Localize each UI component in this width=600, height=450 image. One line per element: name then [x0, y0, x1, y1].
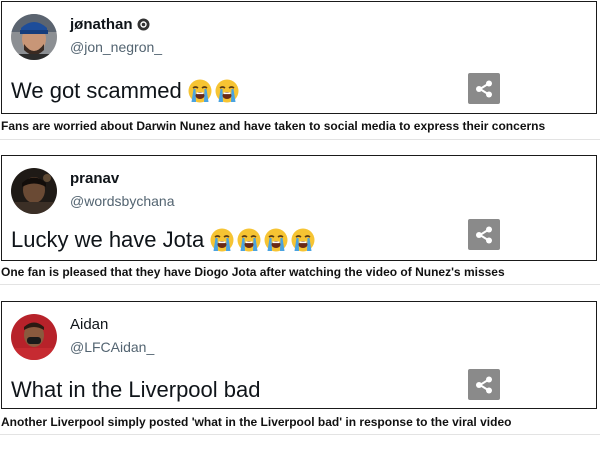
emoji-group	[187, 78, 240, 104]
loudly-crying-face-icon	[264, 228, 288, 252]
author-name-row: Aidan	[70, 316, 108, 333]
divider	[0, 284, 600, 285]
share-button[interactable]	[468, 369, 500, 400]
tweet-card: jønathan @jon_negron_ We got scammed	[1, 1, 597, 114]
divider	[0, 139, 600, 140]
tweet-text-row: What in the Liverpool bad	[11, 377, 261, 403]
author-name[interactable]: pranav	[70, 170, 119, 187]
divider	[0, 434, 600, 435]
author-name[interactable]: jønathan	[70, 16, 133, 33]
author-name-row: jønathan	[70, 16, 150, 33]
verified-badge-icon	[137, 18, 150, 31]
author-handle[interactable]: @LFCAidan_	[70, 339, 154, 355]
image-caption: One fan is pleased that they have Diogo …	[1, 265, 505, 279]
share-button[interactable]	[468, 73, 500, 104]
tweet-text: We got scammed	[11, 78, 182, 103]
loudly-crying-face-icon	[291, 228, 315, 252]
tweet-text: Lucky we have Jota	[11, 227, 205, 252]
loudly-crying-face-icon	[210, 228, 234, 252]
tweet-card: Aidan @LFCAidan_ What in the Liverpool b…	[1, 301, 597, 409]
tweet-text: What in the Liverpool bad	[11, 377, 261, 402]
image-caption: Another Liverpool simply posted 'what in…	[1, 415, 512, 429]
avatar[interactable]	[11, 168, 57, 214]
author-name-row: pranav	[70, 170, 119, 187]
author-handle[interactable]: @wordsbychana	[70, 193, 175, 209]
tweet-card: pranav @wordsbychana Lucky we have Jota	[1, 155, 597, 261]
author-name[interactable]: Aidan	[70, 316, 108, 333]
share-icon	[476, 226, 492, 243]
tweet-text-row: We got scammed	[11, 78, 240, 104]
tweet-text-row: Lucky we have Jota	[11, 227, 316, 253]
loudly-crying-face-icon	[215, 79, 239, 103]
author-handle[interactable]: @jon_negron_	[70, 39, 162, 55]
share-icon	[476, 80, 492, 97]
share-icon	[476, 376, 492, 393]
avatar[interactable]	[11, 314, 57, 360]
article-embed-page: jønathan @jon_negron_ We got scammed Fan…	[0, 0, 600, 450]
loudly-crying-face-icon	[188, 79, 212, 103]
share-button[interactable]	[468, 219, 500, 250]
avatar[interactable]	[11, 14, 57, 60]
loudly-crying-face-icon	[237, 228, 261, 252]
image-caption: Fans are worried about Darwin Nunez and …	[1, 119, 546, 133]
emoji-group	[209, 227, 316, 253]
